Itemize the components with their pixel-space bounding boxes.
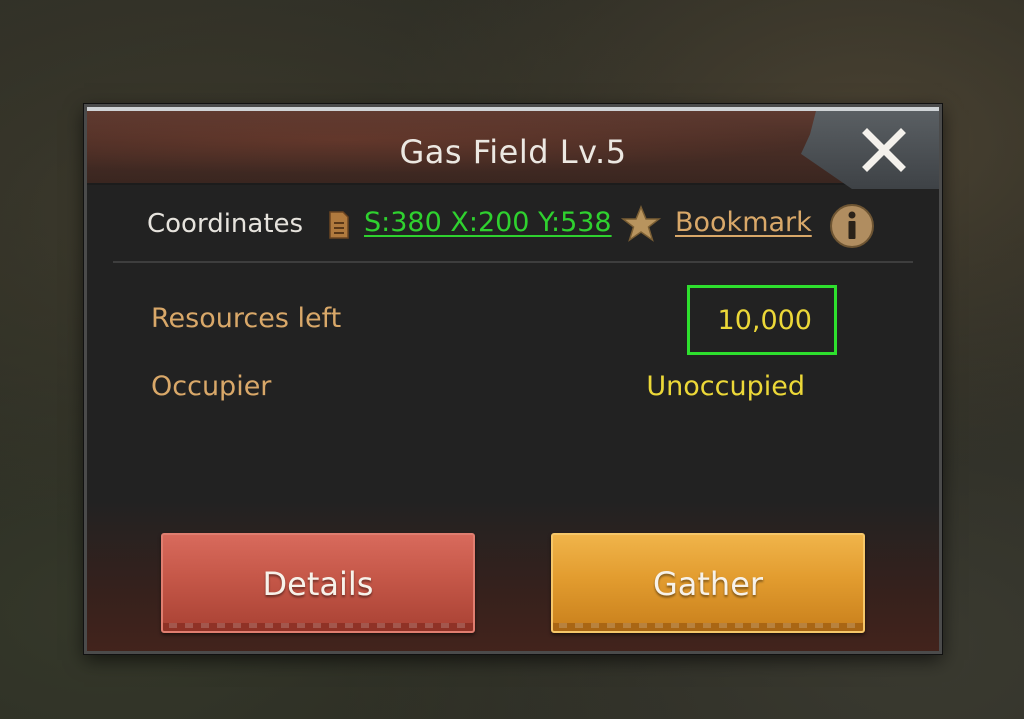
bookmark-link[interactable]: Bookmark xyxy=(675,207,812,238)
close-icon[interactable] xyxy=(859,125,909,175)
coordinates-row: Coordinates S:380 X:200 Y:538 Bookmark xyxy=(87,201,939,249)
coordinates-link[interactable]: S:380 X:200 Y:538 xyxy=(364,207,612,238)
gather-button[interactable]: Gather xyxy=(551,533,865,633)
occupier-label: Occupier xyxy=(151,371,272,402)
details-button-label: Details xyxy=(262,565,374,603)
gather-button-label: Gather xyxy=(652,565,764,603)
coordinates-label: Coordinates xyxy=(147,209,304,239)
document-icon xyxy=(327,210,351,240)
gas-field-dialog: Gas Field Lv.5 Coordinates S:380 X:200 Y… xyxy=(84,104,942,654)
divider xyxy=(113,261,913,263)
resources-left-value: 10,000 xyxy=(717,305,812,336)
occupier-value: Unoccupied xyxy=(646,371,805,402)
details-button[interactable]: Details xyxy=(161,533,475,633)
resources-left-highlight: 10,000 xyxy=(687,285,837,355)
star-icon[interactable] xyxy=(620,205,662,243)
dialog-title-bar: Gas Field Lv.5 xyxy=(87,107,939,189)
info-icon[interactable] xyxy=(829,203,875,249)
resources-left-label: Resources left xyxy=(151,303,342,334)
